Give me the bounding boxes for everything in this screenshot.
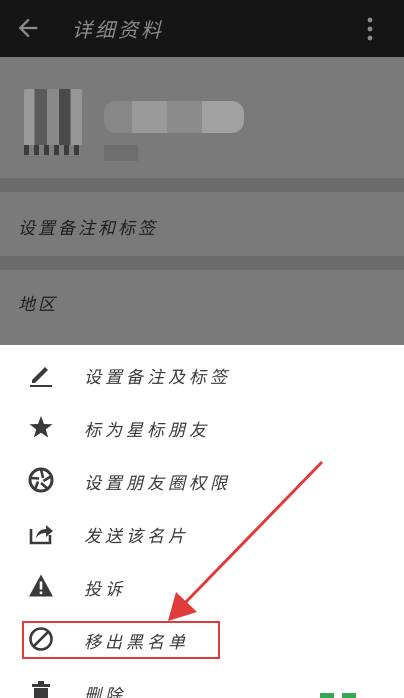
menu-item-label: 标为星标朋友 xyxy=(84,421,210,441)
top-app-bar: 详细资料 xyxy=(0,0,404,57)
menu-item-label: 设置朋友圈权限 xyxy=(84,474,231,494)
pencil-icon xyxy=(30,367,52,387)
remark-row-label: 设置备注和标签 xyxy=(18,219,158,239)
menu-item-moments-permission[interactable]: 设置朋友圈权限 xyxy=(0,453,404,506)
star-icon xyxy=(29,416,53,438)
warning-icon xyxy=(29,574,53,597)
section-divider xyxy=(0,178,404,192)
section-divider xyxy=(0,256,404,270)
highlight-box xyxy=(22,621,220,659)
menu-item-label: 发送该名片 xyxy=(84,527,189,547)
region-row: 地区 xyxy=(0,270,404,345)
blurred-id xyxy=(104,145,138,161)
menu-item-star-friend[interactable]: 标为星标朋友 xyxy=(0,400,404,453)
blurred-name xyxy=(104,101,244,133)
avatar-detail xyxy=(24,145,82,155)
menu-item-set-remark[interactable]: 设置备注及标签 xyxy=(0,347,404,400)
menu-item-label: 设置备注及标签 xyxy=(84,368,231,388)
page-title: 详细资料 xyxy=(72,18,164,42)
profile-card xyxy=(0,57,404,178)
avatar xyxy=(24,89,82,151)
back-arrow-icon[interactable] xyxy=(14,14,42,42)
menu-item-report[interactable]: 投诉 xyxy=(0,559,404,612)
aperture-icon xyxy=(28,467,54,493)
corner-mark xyxy=(320,693,356,698)
menu-item-label: 删除 xyxy=(84,686,126,698)
more-options-icon[interactable] xyxy=(360,16,380,42)
remark-row: 设置备注和标签 xyxy=(0,192,404,256)
menu-item-label: 投诉 xyxy=(84,580,126,600)
share-icon xyxy=(29,525,53,545)
region-row-label: 地区 xyxy=(18,295,58,315)
trash-icon xyxy=(32,681,50,698)
menu-item-send-card[interactable]: 发送该名片 xyxy=(0,506,404,559)
